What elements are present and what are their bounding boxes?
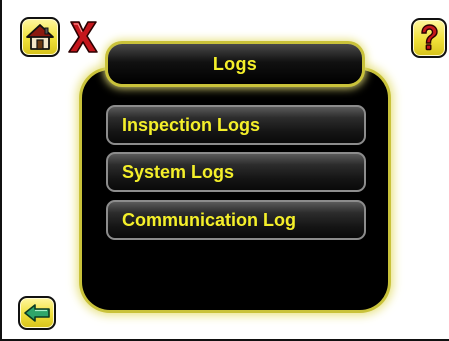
system-logs-button[interactable]: System Logs [106, 152, 366, 192]
inspection-logs-button[interactable]: Inspection Logs [106, 105, 366, 145]
help-icon [421, 24, 438, 51]
communication-log-label: Communication Log [122, 209, 296, 230]
close-icon[interactable] [65, 18, 101, 56]
system-logs-label: System Logs [122, 161, 235, 182]
back-arrow-icon [24, 304, 50, 322]
page-title: Logs [108, 44, 362, 84]
home-button[interactable] [20, 17, 60, 57]
back-button[interactable] [18, 296, 56, 330]
home-icon [26, 24, 54, 50]
logs-screen: Logs Inspection Logs System Logs Communi… [0, 0, 449, 341]
inspection-logs-label: Inspection Logs [122, 114, 261, 135]
help-button[interactable] [411, 18, 447, 58]
communication-log-button[interactable]: Communication Log [106, 200, 366, 240]
